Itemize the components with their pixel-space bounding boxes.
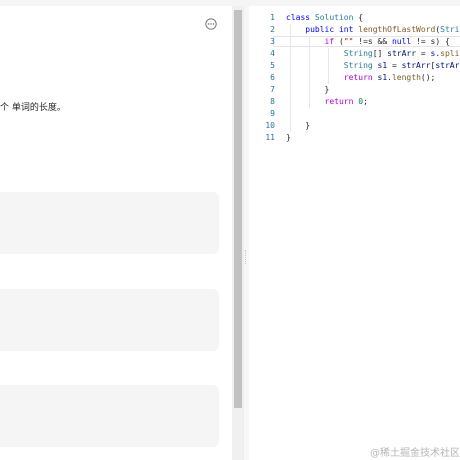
resize-handle-icon[interactable] xyxy=(245,250,248,264)
line-number: 11 xyxy=(265,133,275,142)
code-text: if ("" !=s && null != s) { xyxy=(324,37,450,46)
problem-description-panel: 个 单词的长度。 xyxy=(0,6,232,460)
line-number: 10 xyxy=(265,121,275,130)
code-line[interactable]: 9 xyxy=(249,108,460,120)
left-pane-scrollbar-thumb[interactable] xyxy=(234,10,242,408)
line-number: 7 xyxy=(270,85,275,94)
indent-guide xyxy=(290,108,291,120)
code-text: } xyxy=(286,133,291,142)
code-line[interactable]: 6 return s1.length(); xyxy=(249,72,460,84)
more-horizontal-icon[interactable] xyxy=(205,18,217,30)
code-text: String[] strArr = s.split xyxy=(343,49,460,58)
code-text: String s1 = strArr[strArr xyxy=(343,61,460,70)
code-text: } xyxy=(286,121,311,130)
line-number: 1 xyxy=(270,13,275,22)
code-line[interactable]: 8 return 0; xyxy=(249,96,460,108)
example-box-1 xyxy=(0,192,219,254)
line-number: 4 xyxy=(270,49,275,58)
code-text: } xyxy=(286,85,330,94)
code-text: public int lengthOfLastWord(Strin xyxy=(305,25,460,34)
code-line[interactable]: 10 } xyxy=(249,120,460,132)
example-box-2 xyxy=(0,289,219,351)
code-line[interactable]: 11} xyxy=(249,132,460,144)
line-number: 9 xyxy=(270,109,275,118)
code-line[interactable]: 1 class Solution { xyxy=(249,12,460,24)
code-text: class Solution { xyxy=(286,13,364,22)
code-line[interactable]: 5 String s1 = strArr[strArr xyxy=(249,60,460,72)
line-number: 2 xyxy=(270,25,275,34)
code-line[interactable]: 7 } xyxy=(249,84,460,96)
code-text: return s1.length(); xyxy=(343,73,436,82)
line-number: 3 xyxy=(270,37,275,46)
code-line[interactable]: 4 String[] strArr = s.split xyxy=(249,48,460,60)
line-number: 8 xyxy=(270,97,275,106)
problem-description-text: 个 单词的长度。 xyxy=(0,103,66,113)
code-line[interactable]: 3 if ("" !=s && null != s) { xyxy=(249,36,460,48)
code-editor[interactable]: 1 class Solution { 2 public int lengthOfLa… xyxy=(249,6,460,460)
watermark: @稀土掘金技术社区 xyxy=(370,448,460,459)
code-line[interactable]: 2 public int lengthOfLastWord(Strin xyxy=(249,24,460,36)
code-text: return 0; xyxy=(324,97,368,106)
line-number: 6 xyxy=(270,73,275,82)
example-box-3 xyxy=(0,385,219,447)
line-number: 5 xyxy=(270,61,275,70)
